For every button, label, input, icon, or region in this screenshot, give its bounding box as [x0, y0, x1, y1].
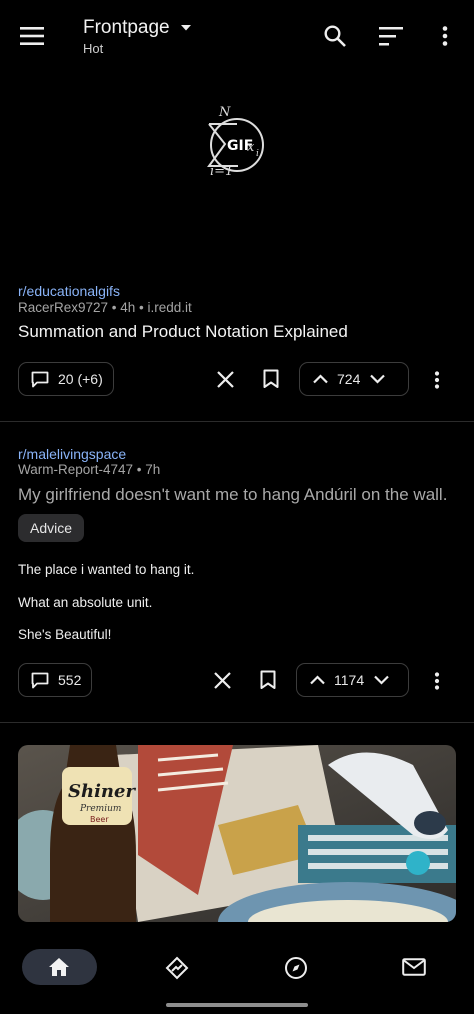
popular-icon[interactable] — [165, 956, 189, 980]
math-lower-limit: i=1 — [210, 164, 233, 179]
inbox-icon[interactable] — [402, 958, 426, 976]
post-subreddit[interactable]: r/educationalgifs — [18, 283, 120, 299]
search-icon[interactable] — [323, 24, 347, 48]
hide-icon[interactable] — [217, 371, 234, 388]
bookmark-icon[interactable] — [260, 670, 276, 690]
vote-score: 724 — [337, 371, 361, 387]
post-meta: Warm-Report-4747 • 7h — [18, 462, 161, 477]
vote-control: 1174 — [296, 663, 409, 697]
more-vert-icon[interactable] — [442, 26, 448, 46]
downvote-icon[interactable] — [370, 374, 386, 384]
vote-control: 724 — [299, 362, 409, 396]
post-meta: RacerRex9727 • 4h • i.redd.it — [18, 300, 192, 315]
post-body-line: The place i wanted to hang it. — [18, 562, 195, 577]
beer-label-sub: Premium — [79, 804, 121, 814]
post-more-icon[interactable] — [434, 672, 440, 690]
comments-button[interactable]: 552 — [18, 663, 92, 697]
bookmark-icon[interactable] — [263, 369, 279, 389]
math-variable: x — [247, 140, 255, 155]
post-media-gif[interactable]: N GIF x i i=1 — [0, 74, 474, 274]
home-icon — [48, 957, 70, 977]
comment-icon — [31, 672, 49, 689]
menu-icon[interactable] — [20, 26, 44, 46]
sort-icon[interactable] — [379, 27, 403, 46]
comment-icon — [31, 371, 49, 388]
nav-home[interactable] — [22, 949, 97, 985]
post-body-line: What an absolute unit. — [18, 595, 153, 610]
vote-score: 1174 — [334, 672, 365, 688]
downvote-icon[interactable] — [374, 675, 389, 685]
beer-label-brand: Shiner — [68, 781, 136, 802]
feed-title[interactable]: Frontpage — [83, 17, 170, 39]
math-upper-limit: N — [218, 105, 231, 120]
beer-label-tag: Beer — [90, 815, 109, 824]
post-title[interactable]: My girlfriend doesn't want me to hang An… — [18, 485, 447, 505]
post-divider — [0, 421, 474, 422]
comment-count: 552 — [58, 672, 82, 688]
hide-icon[interactable] — [214, 672, 231, 689]
comments-button[interactable]: 20 (+6) — [18, 362, 114, 396]
top-app-bar: Frontpage Hot — [0, 0, 474, 74]
post-flair: Advice — [18, 514, 85, 542]
gesture-bar — [166, 1003, 308, 1007]
bottom-navigation — [0, 930, 474, 1014]
chevron-down-icon[interactable] — [180, 24, 192, 32]
post-image[interactable]: Shiner Premium Beer — [18, 745, 456, 922]
upvote-icon[interactable] — [313, 374, 328, 384]
sort-label: Hot — [83, 41, 104, 56]
post-title[interactable]: Summation and Product Notation Explained — [18, 322, 348, 342]
math-subscript: i — [256, 149, 259, 159]
upvote-icon[interactable] — [310, 675, 325, 685]
post-divider — [0, 722, 474, 723]
explore-icon[interactable] — [284, 956, 308, 980]
post-more-icon[interactable] — [434, 371, 440, 389]
post-body-line: She's Beautiful! — [18, 627, 112, 642]
post-subreddit[interactable]: r/malelivingspace — [18, 446, 126, 462]
comment-count: 20 (+6) — [58, 371, 103, 387]
